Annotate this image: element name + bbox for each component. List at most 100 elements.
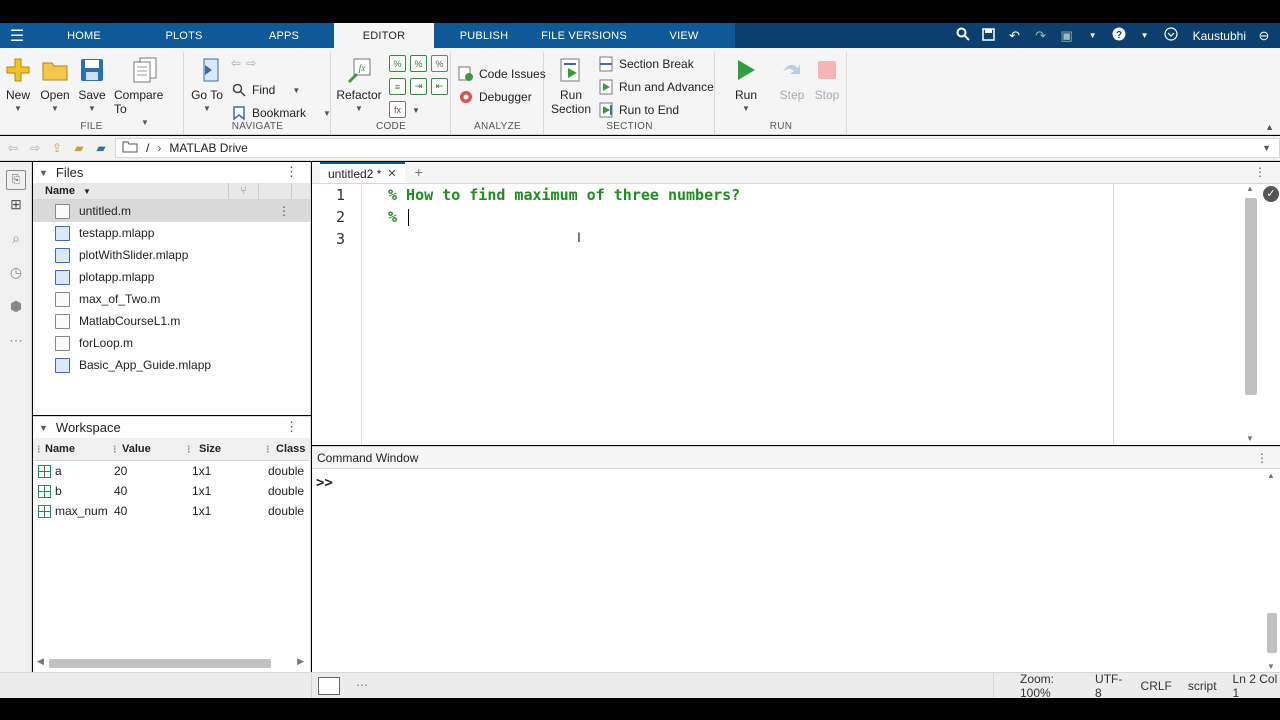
tab-publish[interactable]: PUBLISH: [434, 23, 534, 48]
back-icon[interactable]: ⇦: [4, 141, 22, 155]
file-row[interactable]: untitled.m ⋮: [33, 200, 310, 222]
ws-col-value[interactable]: Value: [122, 443, 151, 455]
outdent-icon[interactable]: ⇤: [431, 78, 448, 95]
file-row[interactable]: plotWithSlider.mlapp: [33, 244, 310, 266]
run-to-end-button[interactable]: Run to End: [598, 102, 679, 118]
tab-plots[interactable]: PLOTS: [134, 23, 234, 48]
refactor-button[interactable]: fx Refactor ▼: [336, 56, 382, 113]
chevron-up-icon[interactable]: ▲: [1267, 471, 1275, 480]
column-grip[interactable]: ⁝: [266, 443, 270, 456]
code-line[interactable]: [388, 228, 740, 250]
workspace-row[interactable]: a 20 1x1 double: [33, 461, 310, 481]
comment-icon[interactable]: %: [389, 55, 406, 72]
workspace-row[interactable]: b 40 1x1 double: [33, 481, 310, 501]
kebab-menu-icon[interactable]: ⋮: [285, 419, 298, 435]
workspace-panel-icon[interactable]: ⊞: [6, 196, 26, 216]
more-icon[interactable]: ⋯: [356, 678, 368, 692]
function-icon[interactable]: fx: [389, 101, 406, 118]
chevron-up-icon[interactable]: ▲: [1265, 122, 1274, 132]
chevron-down-icon[interactable]: ▼: [1137, 31, 1153, 40]
new-tab-icon[interactable]: +: [415, 164, 423, 180]
cursor-position[interactable]: Ln 2 Col 1: [1233, 672, 1280, 700]
undo-icon[interactable]: ↶: [1007, 28, 1023, 44]
bookmark-button[interactable]: Bookmark ▼: [231, 105, 331, 121]
path-folder[interactable]: MATLAB Drive: [169, 141, 247, 155]
redo-icon[interactable]: ↷: [1033, 28, 1049, 44]
uncomment-icon[interactable]: %: [431, 55, 448, 72]
wrap-comments-icon[interactable]: ≡: [389, 78, 406, 95]
chevron-down-icon[interactable]: ▼: [39, 423, 48, 433]
run-and-advance-button[interactable]: Run and Advance: [598, 79, 714, 95]
search-icon[interactable]: [955, 27, 971, 44]
add-ons-icon[interactable]: ⬢: [6, 298, 26, 318]
code-line-text[interactable]: %: [388, 208, 406, 226]
back-icon[interactable]: ⇦: [231, 56, 241, 70]
tab-apps[interactable]: APPS: [234, 23, 334, 48]
scroll-thumb[interactable]: [1267, 613, 1277, 653]
chevron-down-icon[interactable]: ▼: [1246, 434, 1254, 443]
tab-home[interactable]: HOME: [34, 23, 134, 48]
go-to-button[interactable]: Go To ▼: [185, 56, 229, 113]
file-row[interactable]: Basic_App_Guide.mlapp: [33, 354, 310, 376]
editor-tab-untitled2[interactable]: untitled2 * ✕: [320, 162, 405, 183]
column-grip[interactable]: ⁝: [37, 443, 41, 456]
vertical-scrollbar[interactable]: ▲ ▼: [1266, 469, 1278, 673]
file-row[interactable]: testapp.mlapp: [33, 222, 310, 244]
window-layout-icon[interactable]: ▣: [1059, 28, 1075, 44]
path-root[interactable]: /: [146, 141, 149, 155]
close-icon[interactable]: ✕: [387, 167, 396, 180]
git-branch-icon[interactable]: ⑂: [240, 185, 247, 197]
scroll-thumb[interactable]: [49, 659, 271, 668]
workspace-panel-header[interactable]: ▼ Workspace ⋮: [33, 417, 310, 438]
tab-editor[interactable]: EDITOR: [334, 23, 434, 48]
section-break-button[interactable]: Section Break: [598, 56, 694, 72]
chevron-left-icon[interactable]: ◀: [37, 656, 44, 667]
kebab-menu-icon[interactable]: ⋮: [285, 164, 298, 180]
horizontal-scrollbar[interactable]: ◀ ▶: [37, 656, 304, 668]
find-button[interactable]: Find ▼: [231, 82, 300, 98]
chevron-down-icon[interactable]: ▼: [1267, 662, 1275, 671]
kebab-menu-icon[interactable]: ⋮: [1256, 451, 1268, 465]
collapse-icon[interactable]: ⊖: [1256, 28, 1272, 44]
chevron-down-icon[interactable]: ▼: [412, 106, 420, 115]
forward-icon[interactable]: ⇨: [26, 141, 44, 155]
user-name[interactable]: Kaustubhi: [1193, 29, 1246, 43]
forward-icon[interactable]: ⇨: [246, 56, 256, 70]
history-icon[interactable]: ◷: [6, 264, 26, 284]
chevron-down-icon[interactable]: ▼: [1085, 31, 1101, 40]
find-files-icon[interactable]: ⌕: [6, 230, 26, 250]
save-button[interactable]: Save ▼: [70, 56, 114, 113]
file-row[interactable]: plotapp.mlapp: [33, 266, 310, 288]
ws-col-size[interactable]: Size: [199, 443, 221, 455]
indent-icon[interactable]: ⇥: [410, 78, 427, 95]
up-folder-icon[interactable]: ⇪: [48, 141, 66, 155]
compare-to-button[interactable]: Compare To ▼: [114, 56, 176, 127]
chevron-right-icon[interactable]: ▶: [297, 656, 304, 667]
run-section-button[interactable]: Run Section: [549, 56, 593, 116]
files-column-header[interactable]: Name ▼ ⑂: [33, 183, 310, 200]
sync-folder-icon[interactable]: ▰: [92, 141, 110, 155]
ws-col-class[interactable]: Class: [276, 443, 305, 455]
name-column-label[interactable]: Name: [45, 185, 75, 197]
code-area[interactable]: % How to find maximum of three numbers? …: [388, 184, 740, 250]
vertical-scrollbar[interactable]: ▲ ▼: [1244, 184, 1258, 445]
file-row[interactable]: MatlabCourseL1.m: [33, 310, 310, 332]
file-row[interactable]: forLoop.m: [33, 332, 310, 354]
files-panel-icon[interactable]: ⎘: [6, 170, 26, 190]
panel-layout-icon[interactable]: [318, 677, 340, 695]
ws-col-name[interactable]: Name: [45, 443, 75, 455]
workspace-row[interactable]: max_num 40 1x1 double: [33, 501, 310, 521]
code-line-active[interactable]: %: [388, 206, 740, 228]
run-button[interactable]: Run ▼: [724, 56, 768, 113]
save-icon[interactable]: [981, 27, 997, 44]
scroll-thumb[interactable]: [1245, 198, 1257, 395]
debugger-button[interactable]: Debugger: [458, 89, 532, 105]
column-grip[interactable]: ⁝: [113, 443, 117, 456]
encoding[interactable]: UTF-8: [1095, 672, 1125, 700]
files-panel-header[interactable]: ▼ Files ⋮: [33, 162, 310, 183]
check-icon[interactable]: ✓: [1263, 186, 1279, 202]
account-icon[interactable]: [1163, 27, 1179, 44]
sort-down-icon[interactable]: ▼: [83, 187, 91, 196]
tab-file-versions[interactable]: FILE VERSIONS: [534, 23, 634, 48]
chevron-down-icon[interactable]: ▼: [39, 168, 48, 178]
